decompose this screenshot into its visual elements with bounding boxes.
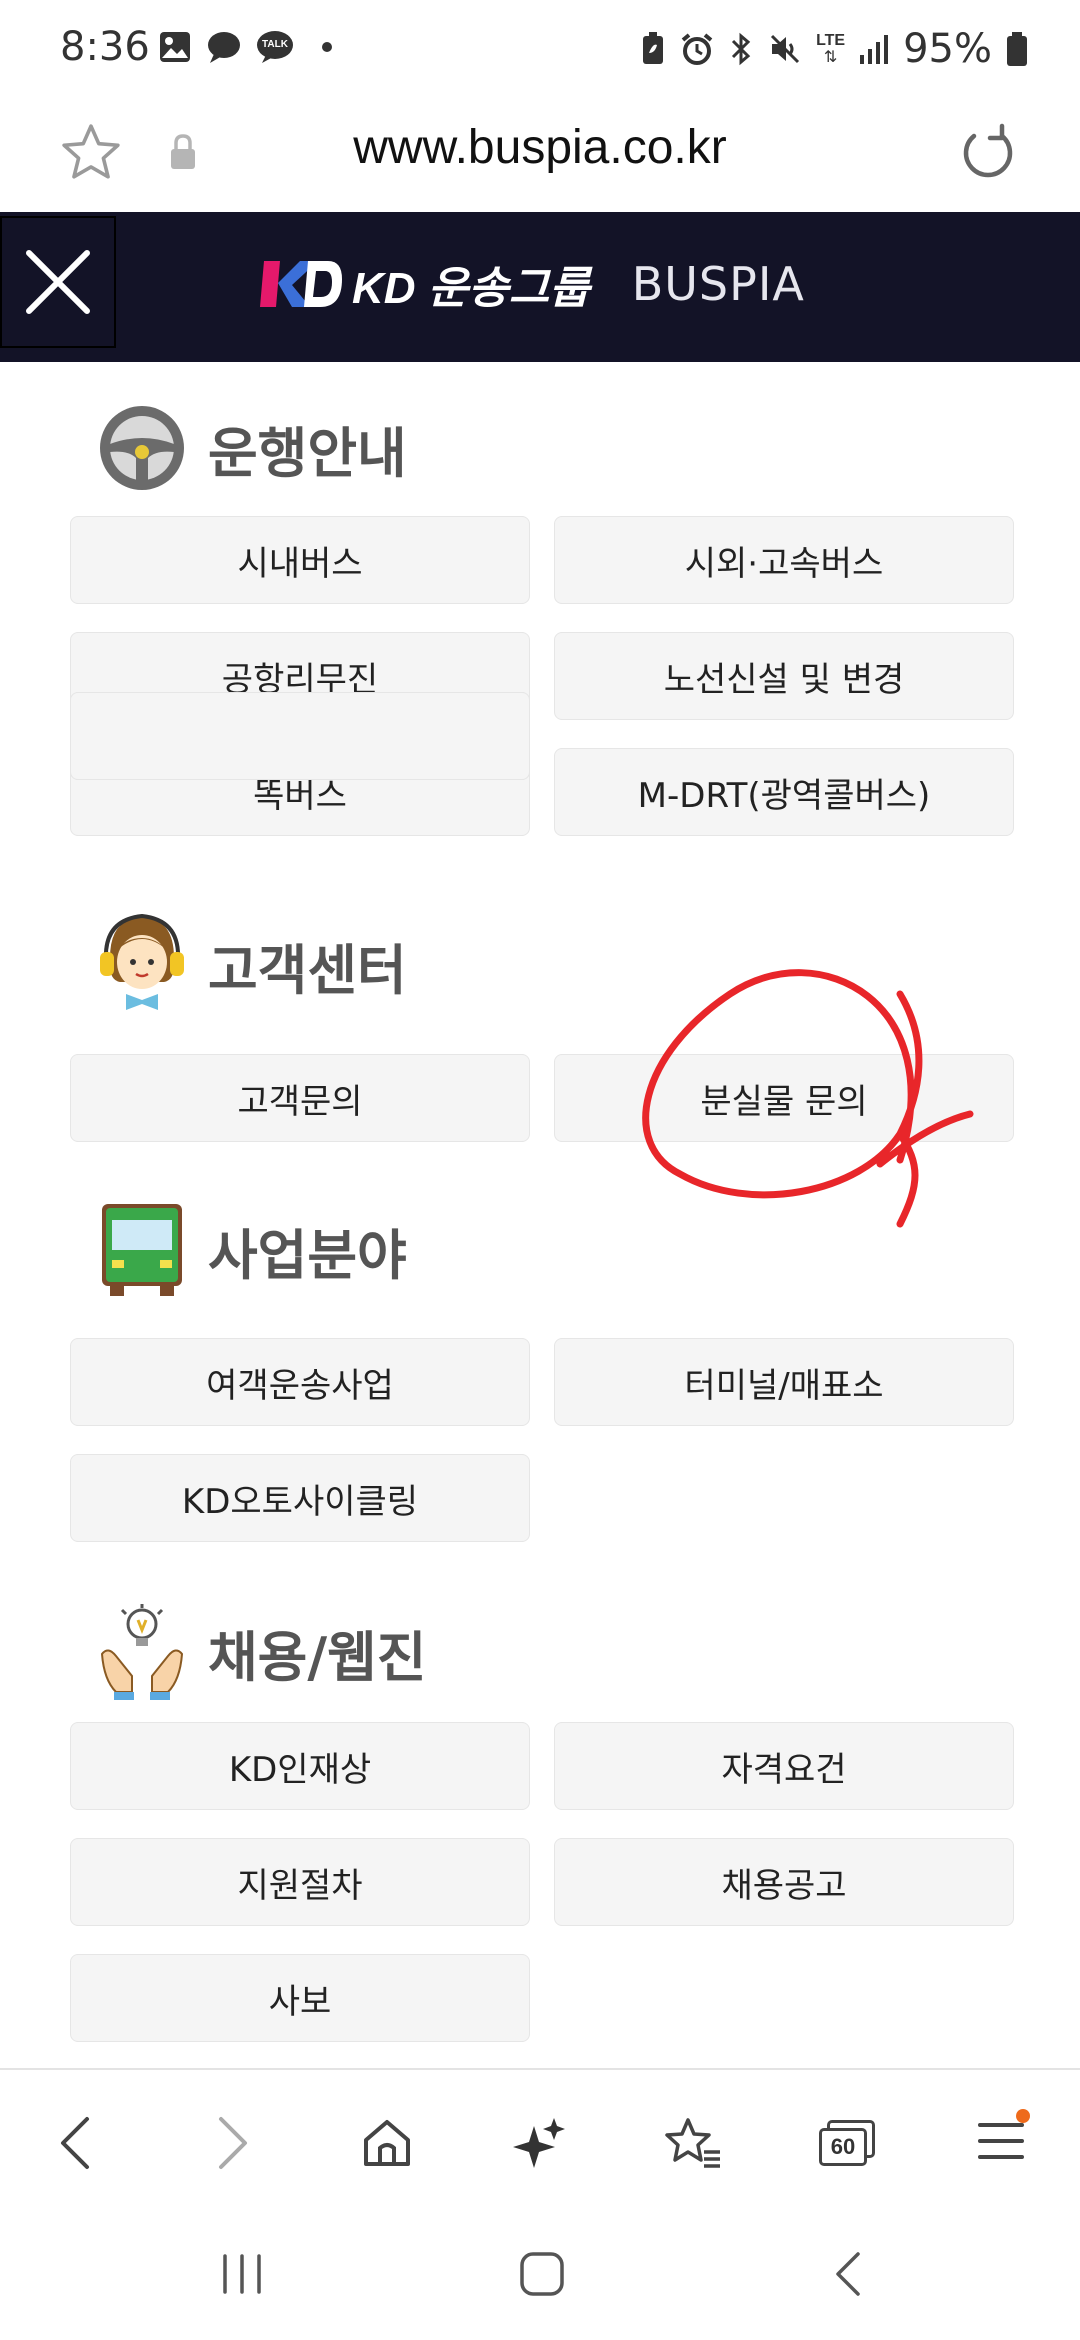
back-button[interactable] bbox=[40, 2108, 110, 2178]
kd-logo-mark-icon bbox=[260, 261, 342, 307]
notification-dot bbox=[1016, 2109, 1030, 2123]
home-icon bbox=[364, 2120, 410, 2166]
browser-bottom-nav: 60 bbox=[0, 2068, 1080, 2208]
chevron-left-icon bbox=[61, 2117, 89, 2169]
site-logo[interactable]: KD 운송그룹 BUSPIA bbox=[258, 252, 805, 316]
logo-sub-text: BUSPIA bbox=[631, 257, 805, 311]
menu-item-intercity-express-bus[interactable]: 시외·고속버스 bbox=[554, 516, 1014, 604]
ai-assistant-button[interactable] bbox=[504, 2108, 574, 2178]
recent-apps-button[interactable] bbox=[212, 2244, 272, 2304]
system-home-icon bbox=[520, 2252, 564, 2296]
gallery-icon bbox=[160, 32, 190, 62]
menu-item-qualifications[interactable]: 자격요건 bbox=[554, 1722, 1014, 1810]
system-back-icon bbox=[836, 2252, 860, 2296]
status-time: 8:36 bbox=[60, 24, 150, 70]
system-nav-bar bbox=[0, 2208, 1080, 2340]
section-title-operation: 운행안내 bbox=[96, 402, 407, 494]
battery-percent: 95% bbox=[903, 26, 992, 72]
mute-icon bbox=[771, 34, 800, 64]
system-back-button[interactable] bbox=[818, 2244, 878, 2304]
home-button[interactable] bbox=[352, 2108, 422, 2178]
menu-item-terminal-ticket-office[interactable]: 터미널/매표소 bbox=[554, 1338, 1014, 1426]
bluetooth-icon bbox=[732, 32, 751, 66]
menu-item-lost-item-inquiry[interactable]: 분실물 문의 bbox=[554, 1054, 1014, 1142]
status-bar: 8:36 TALK LTE ⇅ 95% bbox=[0, 0, 1080, 100]
section-label: 사업분야 bbox=[208, 1223, 407, 1287]
reload-icon[interactable] bbox=[958, 122, 1018, 182]
menu-item-customer-inquiry[interactable]: 고객문의 bbox=[70, 1054, 530, 1142]
hamburger-icon bbox=[976, 2109, 1030, 2167]
url-text[interactable]: www.buspia.co.kr bbox=[0, 120, 1080, 175]
star-list-icon bbox=[665, 2118, 720, 2168]
menu-item-kd-talent[interactable]: KD인재상 bbox=[70, 1722, 530, 1810]
site-menu: 운행안내 시내버스 시외·고속버스 공항리무진 노선신설 및 변경 똑버스 M-… bbox=[0, 362, 1080, 2068]
section-title-customer: 고객센터 bbox=[96, 910, 407, 1020]
signal-icon bbox=[860, 35, 889, 64]
close-icon bbox=[26, 250, 90, 314]
menu-item-job-postings[interactable]: 채용공고 bbox=[554, 1838, 1014, 1926]
tabs-icon: 60 bbox=[819, 2120, 875, 2166]
lightbulb-hands-icon bbox=[100, 1604, 184, 1700]
section-title-recruit: 채용/웹진 bbox=[96, 1602, 426, 1702]
section-label: 채용/웹진 bbox=[208, 1625, 427, 1689]
menu-item-m-drt[interactable]: M-DRT(광역콜버스) bbox=[554, 748, 1014, 836]
status-notification-icons: TALK bbox=[158, 30, 332, 64]
section-label: 운행안내 bbox=[208, 421, 407, 485]
battery-saver-icon bbox=[643, 32, 664, 64]
menu-item-application-process[interactable]: 지원절차 bbox=[70, 1838, 530, 1926]
menu-button[interactable] bbox=[966, 2108, 1036, 2178]
talk-badge-text: TALK bbox=[262, 39, 288, 50]
lte-indicator: LTE ⇅ bbox=[816, 33, 845, 65]
site-header: KD 운송그룹 BUSPIA bbox=[0, 212, 1080, 362]
section-title-business: 사업분야 bbox=[96, 1200, 407, 1300]
logo-text: KD 운송그룹 bbox=[352, 264, 590, 313]
tabs-button[interactable]: 60 bbox=[812, 2108, 882, 2178]
menu-item-company-newsletter[interactable]: 사보 bbox=[70, 1954, 530, 2042]
bookmarks-button[interactable] bbox=[658, 2108, 728, 2178]
forward-button[interactable] bbox=[198, 2108, 268, 2178]
menu-item-city-bus[interactable]: 시내버스 bbox=[70, 516, 530, 604]
bus-icon bbox=[102, 1204, 182, 1296]
more-dot-icon bbox=[322, 42, 332, 52]
customer-service-agent-icon bbox=[100, 913, 184, 1010]
steering-wheel-icon bbox=[100, 406, 184, 490]
battery-icon bbox=[1007, 32, 1027, 66]
menu-item-route-change[interactable]: 노선신설 및 변경 bbox=[554, 632, 1014, 720]
alarm-icon bbox=[681, 33, 713, 65]
kakaotalk-icon: TALK bbox=[256, 30, 294, 64]
chat-bubble-icon bbox=[208, 32, 240, 63]
system-home-button[interactable] bbox=[512, 2244, 572, 2304]
section-label: 고객센터 bbox=[208, 938, 407, 1002]
status-system-icons: LTE ⇅ 95% bbox=[640, 26, 1028, 72]
menu-item-passenger-transport[interactable]: 여객운송사업 bbox=[70, 1338, 530, 1426]
browser-url-bar: www.buspia.co.kr bbox=[0, 100, 1080, 212]
tabs-count: 60 bbox=[830, 2134, 856, 2159]
menu-item-kd-auto-cycling[interactable]: KD오토사이클링 bbox=[70, 1454, 530, 1542]
data-arrows-icon: ⇅ bbox=[823, 47, 838, 66]
chevron-right-icon bbox=[219, 2117, 247, 2169]
menu-close-button[interactable] bbox=[0, 216, 116, 348]
sparkle-icon bbox=[513, 2118, 565, 2168]
recent-apps-icon bbox=[223, 2254, 261, 2294]
